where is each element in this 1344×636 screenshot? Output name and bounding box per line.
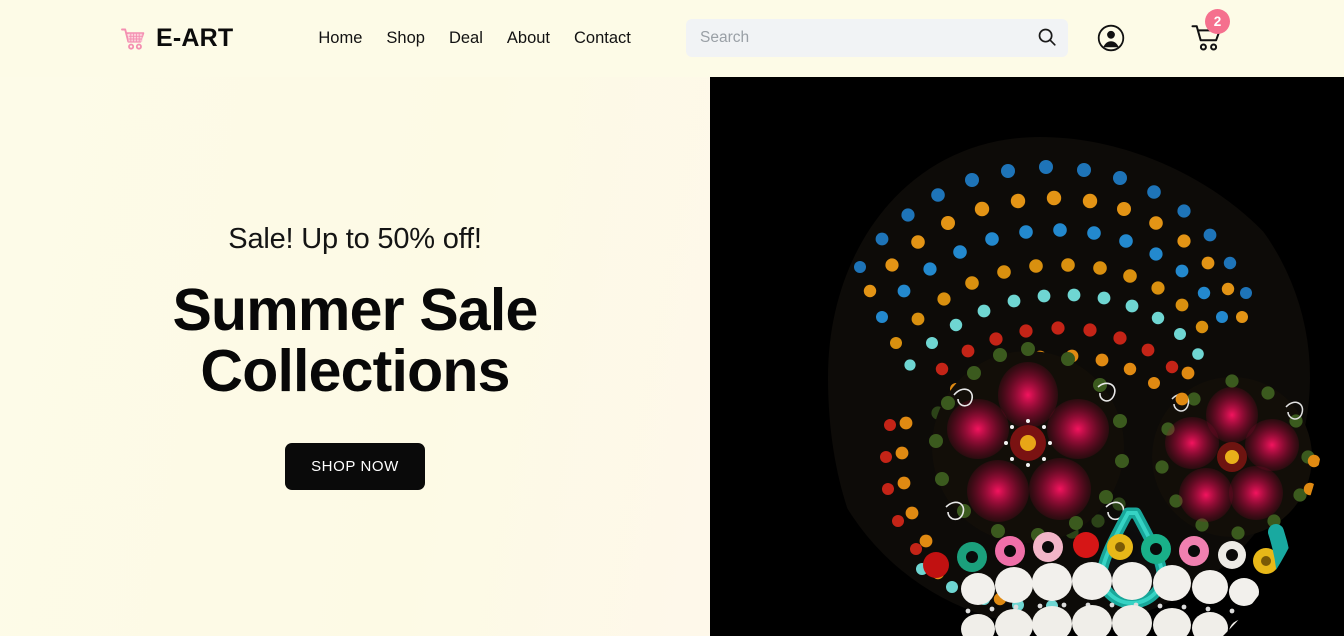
main-navigation: Home Shop Deal About Contact <box>318 29 631 48</box>
search-bar[interactable] <box>686 19 1068 57</box>
nav-item-home[interactable]: Home <box>318 29 362 48</box>
nav-item-about[interactable]: About <box>507 29 550 48</box>
hero-title: Summer Sale Collections <box>172 277 538 405</box>
hero-image <box>710 77 1344 636</box>
nav-item-contact[interactable]: Contact <box>574 29 631 48</box>
search-icon <box>1037 27 1057 50</box>
storefront-page: E-ART Home Shop Deal About Contact Searc… <box>0 0 1344 636</box>
nav-item-deal[interactable]: Deal <box>449 29 483 48</box>
hero-copy: Sale! Up to 50% off! Summer Sale Collect… <box>0 77 710 636</box>
brand-name: E-ART <box>156 24 234 52</box>
sugar-skull-artwork <box>710 77 1344 636</box>
hero-title-line-2: Collections <box>200 338 510 405</box>
shopping-cart-icon <box>121 27 147 51</box>
site-header: E-ART Home Shop Deal About Contact Searc… <box>0 0 1344 77</box>
cart-count-badge: 2 <box>1205 9 1230 34</box>
account-button[interactable] <box>1097 24 1125 52</box>
search-button[interactable] <box>1026 19 1068 57</box>
hero-kicker: Sale! Up to 50% off! <box>228 223 482 255</box>
brand-logo[interactable]: E-ART <box>121 24 233 53</box>
hero-title-line-1: Summer Sale <box>172 277 538 343</box>
nav-item-shop[interactable]: Shop <box>386 29 425 48</box>
hero-section: Sale! Up to 50% off! Summer Sale Collect… <box>0 77 1344 636</box>
user-account-icon <box>1097 24 1125 55</box>
search-input[interactable] <box>686 29 1026 47</box>
shop-now-button[interactable]: SHOP NOW <box>285 442 425 490</box>
shopping-cart-icon <box>1190 25 1224 57</box>
